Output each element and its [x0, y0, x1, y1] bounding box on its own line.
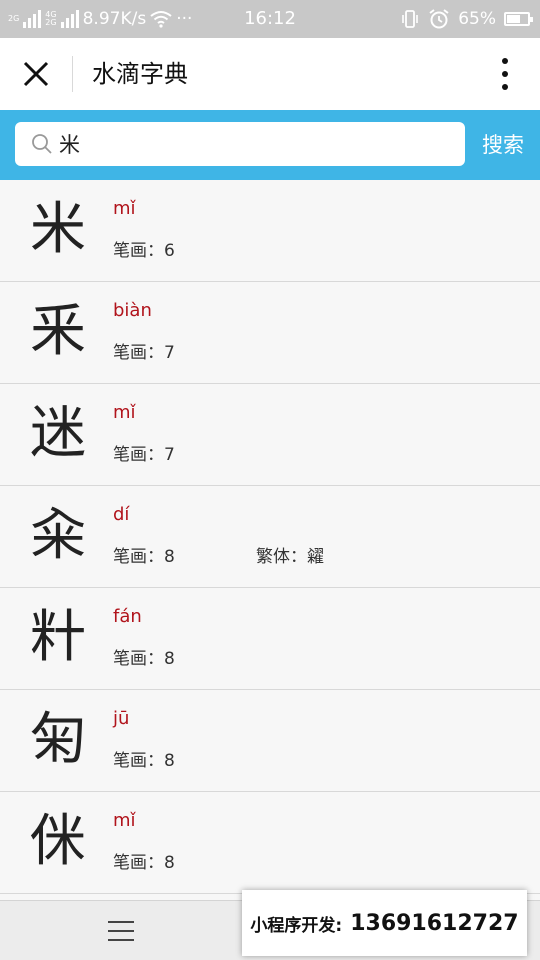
character: 迷: [30, 401, 86, 466]
menu-button[interactable]: [108, 921, 134, 941]
pinyin: mǐ: [113, 810, 136, 831]
stroke-count: 笔画：8: [113, 547, 175, 567]
pinyin: biàn: [113, 300, 152, 321]
pinyin: jū: [113, 708, 130, 729]
nav-divider: [72, 56, 73, 92]
stroke-count: 笔画：8: [113, 649, 175, 669]
pinyin: mǐ: [113, 198, 136, 219]
list-item[interactable]: 侎 mǐ 笔画：8: [0, 792, 540, 894]
character: 匊: [30, 707, 86, 772]
page-title: 水滴字典: [92, 60, 188, 88]
list-item[interactable]: 米 mǐ 笔画：6: [0, 180, 540, 282]
search-icon: [32, 134, 52, 154]
more-dot-icon: [502, 71, 508, 77]
promo-phone: 13691612727: [350, 910, 519, 936]
stroke-count: 笔画：7: [113, 445, 175, 465]
search-button[interactable]: 搜索: [482, 110, 524, 180]
more-menu-button[interactable]: [490, 54, 520, 94]
menu-line-icon: [108, 939, 134, 941]
character: 籵: [30, 605, 86, 670]
list-item[interactable]: 釆 biàn 笔画：7: [0, 282, 540, 384]
battery-icon: [504, 12, 533, 26]
list-item[interactable]: 迷 mǐ 笔画：7: [0, 384, 540, 486]
battery-percent: 65%: [458, 9, 496, 29]
promo-label: 小程序开发:: [250, 915, 343, 936]
stroke-count: 笔画：7: [113, 343, 175, 363]
search-box[interactable]: [15, 122, 465, 166]
list-item[interactable]: 籴 dí 笔画：8 繁体：糴: [0, 486, 540, 588]
status-bar: 2G 4G 2G 8.97K/s ··· 16:12 65%: [0, 0, 540, 38]
pinyin: mǐ: [113, 402, 136, 423]
traditional-form: 繁体：糴: [256, 547, 324, 567]
menu-line-icon: [108, 930, 134, 932]
stroke-count: 笔画：8: [113, 751, 175, 771]
promo-banner: 小程序开发: 13691612727: [242, 890, 527, 956]
vibrate-icon: [402, 10, 419, 28]
result-list: 米 mǐ 笔画：6 釆 biàn 笔画：7 迷 mǐ 笔画：7 籴 dí 笔画：…: [0, 180, 540, 894]
character: 釆: [30, 299, 86, 364]
battery-fill: [507, 15, 520, 23]
character: 籴: [30, 503, 86, 568]
stroke-count: 笔画：8: [113, 853, 175, 873]
list-item[interactable]: 匊 jū 笔画：8: [0, 690, 540, 792]
search-input[interactable]: [59, 122, 449, 166]
more-dot-icon: [502, 58, 508, 64]
alarm-icon: [429, 9, 449, 29]
close-icon: [23, 61, 49, 87]
stroke-count: 笔画：6: [113, 241, 175, 261]
status-right: 65%: [400, 0, 533, 38]
more-dot-icon: [502, 84, 508, 90]
pinyin: fán: [113, 606, 142, 627]
pinyin: dí: [113, 504, 130, 525]
list-item[interactable]: 籵 fán 笔画：8: [0, 588, 540, 690]
nav-bar: 水滴字典: [0, 38, 540, 110]
menu-line-icon: [108, 921, 134, 923]
search-bar: 搜索: [0, 110, 540, 180]
close-button[interactable]: [14, 50, 58, 98]
character: 米: [30, 197, 86, 262]
character: 侎: [30, 809, 86, 874]
